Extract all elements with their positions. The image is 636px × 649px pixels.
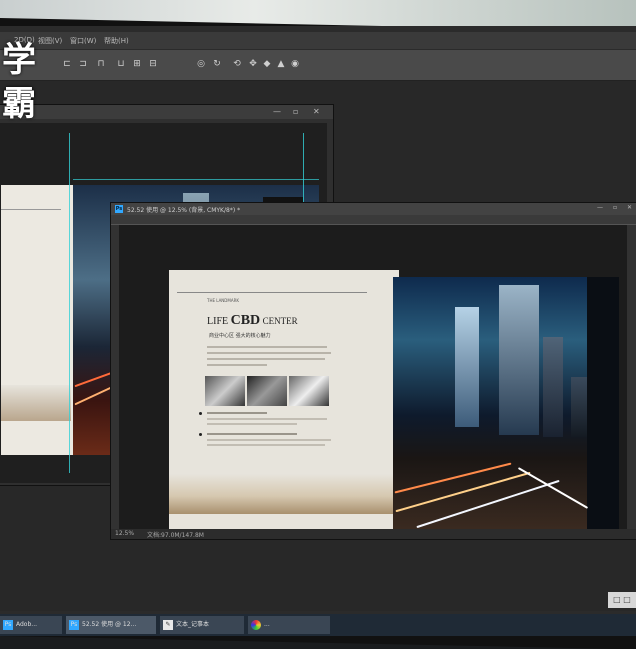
maximize-icon[interactable]: ▫ xyxy=(293,107,298,116)
window-titlebar[interactable]: — ▫ ✕ xyxy=(0,105,333,119)
guide-line xyxy=(69,133,70,473)
align-center-icon[interactable]: ⊐ xyxy=(78,59,88,69)
light-trail xyxy=(74,386,112,406)
text-line xyxy=(207,358,325,360)
text-line xyxy=(207,423,297,425)
light-trail xyxy=(394,462,512,494)
taskbar-label: Adob... xyxy=(16,621,38,628)
taskbar-label: ... xyxy=(264,621,270,628)
document-tab-title[interactable]: 52.52 使用 @ 12.5% (背景, CMYK/8*) * xyxy=(127,205,240,214)
text-line xyxy=(207,352,331,354)
taskbar-label: 文本_记事本 xyxy=(176,621,210,628)
3d-rotate-icon[interactable]: ↻ xyxy=(212,59,222,69)
text-line xyxy=(207,444,325,446)
title-left: LIFE xyxy=(207,316,229,327)
divider xyxy=(177,292,367,293)
light-trail xyxy=(416,479,560,529)
bullet-icon xyxy=(199,412,202,415)
brochure-left-page-partial xyxy=(1,185,73,455)
distribute-icon[interactable]: ⊔ xyxy=(116,59,126,69)
title-right: CENTER xyxy=(262,316,298,326)
distribute-h-icon[interactable]: ⊟ xyxy=(148,59,158,69)
zoom-level[interactable]: 12.5% xyxy=(115,530,134,537)
photoshop-icon: Ps xyxy=(3,620,13,630)
maximize-icon[interactable]: ▫ xyxy=(613,204,617,211)
close-icon[interactable]: ✕ xyxy=(313,107,320,116)
align-left-icon[interactable]: ⊏ xyxy=(62,59,72,69)
window-tab-bar[interactable]: Ps 52.52 使用 @ 12.5% (背景, CMYK/8*) * — ▫ … xyxy=(111,203,636,215)
taskbar-label: 52.52 使用 @ 12... xyxy=(82,621,137,628)
watermark-logo: 学霸 xyxy=(2,40,36,124)
horizontal-ruler[interactable] xyxy=(111,215,636,225)
thumbnail-image xyxy=(205,376,245,406)
canvas-area[interactable]: THE LANDMARK LIFE CBD CENTER 商业中心区 强大的核心… xyxy=(119,225,627,532)
taskbar-item[interactable]: ✎ 文本_记事本 xyxy=(160,616,244,634)
minimize-icon[interactable]: — xyxy=(273,107,281,116)
thumbnail-image xyxy=(289,376,329,406)
close-icon[interactable]: ✕ xyxy=(627,204,632,211)
text-line xyxy=(207,364,267,366)
light-trail xyxy=(517,467,589,509)
brochure-kicker: THE LANDMARK xyxy=(207,298,239,303)
taskbar: Ps Adob... Ps 52.52 使用 @ 12... ✎ 文本_记事本 ... xyxy=(0,614,636,636)
align-right-icon[interactable]: ⊓ xyxy=(96,59,106,69)
status-bar: 12.5% 文档:97.0M/147.8M xyxy=(111,529,636,539)
brochure-left-page: THE LANDMARK LIFE CBD CENTER 商业中心区 强大的核心… xyxy=(169,270,399,532)
brochure-title: LIFE CBD CENTER xyxy=(207,313,298,329)
menu-bar: 2D(D) 视图(V) 窗口(W) 帮助(H) xyxy=(0,32,636,49)
3d-drag-icon[interactable]: ✥ xyxy=(248,59,258,69)
menu-item-window[interactable]: 窗口(W) xyxy=(70,36,96,46)
corner-badge: □ □ xyxy=(608,592,636,608)
3d-mode-icon[interactable]: ◎ xyxy=(196,59,206,69)
skyscraper xyxy=(543,337,563,437)
skyscraper xyxy=(455,307,479,427)
browser-icon xyxy=(251,620,261,630)
city-night-photo xyxy=(393,277,619,529)
taskbar-item[interactable]: Ps Adob... xyxy=(0,616,62,634)
city-silhouette-image xyxy=(1,385,71,421)
text-line xyxy=(207,346,327,348)
divider xyxy=(1,209,61,210)
menu-item-help[interactable]: 帮助(H) xyxy=(104,36,129,46)
foreground-building xyxy=(587,277,619,529)
bullet-icon xyxy=(199,433,202,436)
distribute-v-icon[interactable]: ⊞ xyxy=(132,59,142,69)
brochure-subtitle: 商业中心区 强大的核心魅力 xyxy=(209,333,271,339)
document-window-front[interactable]: Ps 52.52 使用 @ 12.5% (背景, CMYK/8*) * — ▫ … xyxy=(110,202,636,540)
3d-slide-icon[interactable]: ◆ xyxy=(262,59,272,69)
document-size: 文档:97.0M/147.8M xyxy=(147,532,204,539)
text-line xyxy=(207,418,327,420)
3d-scale-icon[interactable]: ▲ xyxy=(276,59,286,69)
options-bar: ⊏ ⊐ ⊓ ⊔ ⊞ ⊟ ◎ ↻ ⟲ ✥ ◆ ▲ ◉ xyxy=(0,50,636,81)
minimize-icon[interactable]: — xyxy=(597,204,603,211)
text-line xyxy=(207,412,267,414)
notepad-icon: ✎ xyxy=(163,620,173,630)
text-line xyxy=(207,433,297,435)
light-trail xyxy=(395,471,531,513)
photoshop-icon: Ps xyxy=(115,205,123,213)
taskbar-item[interactable]: ... xyxy=(248,616,330,634)
guide-line xyxy=(73,179,319,180)
city-skyline-image xyxy=(169,474,399,514)
taskbar-item[interactable]: Ps 52.52 使用 @ 12... xyxy=(66,616,156,634)
photoshop-icon: Ps xyxy=(69,620,79,630)
title-main: CBD xyxy=(230,313,261,328)
skyscraper xyxy=(499,285,539,435)
3d-roll-icon[interactable]: ⟲ xyxy=(232,59,242,69)
thumbnail-image xyxy=(247,376,287,406)
3d-camera-icon[interactable]: ◉ xyxy=(290,59,300,69)
text-line xyxy=(207,439,331,441)
